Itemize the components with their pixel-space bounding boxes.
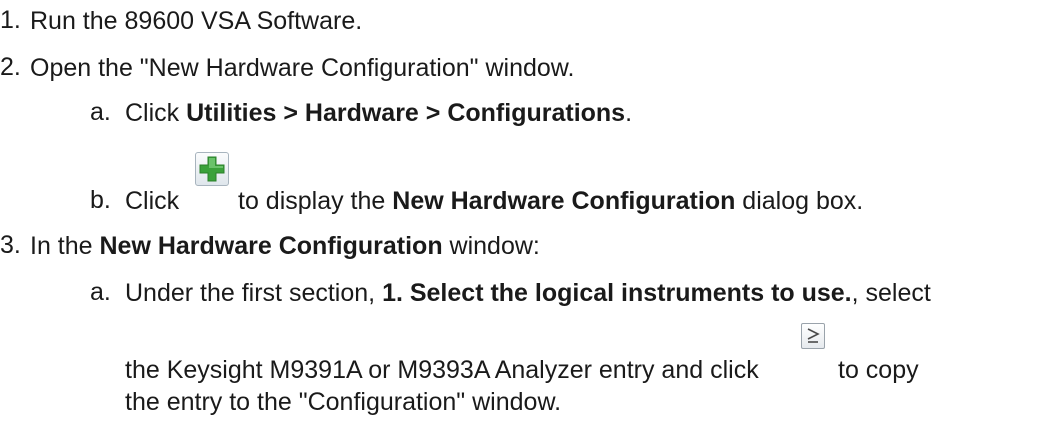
step-2a-post: . bbox=[625, 99, 633, 127]
step-3-window-name: New Hardware Configuration bbox=[99, 232, 443, 260]
add-plus-icon bbox=[199, 156, 225, 182]
step-2b-dialog-name: New Hardware Configuration bbox=[392, 187, 736, 215]
step-2-number: 2. bbox=[0, 53, 21, 81]
step-3a-line1: Under the first section, 1. Select the l… bbox=[125, 278, 931, 308]
step-3a-section-name: 1. Select the logical instruments to use… bbox=[382, 279, 852, 307]
step-2b-letter: b. bbox=[90, 186, 111, 214]
step-3a-line2-end: to copy bbox=[838, 356, 919, 384]
step-2a-pre: Click bbox=[125, 99, 187, 127]
step-1-number: 1. bbox=[0, 6, 21, 34]
step-2b-text: to display the New Hardware Configuratio… bbox=[238, 186, 863, 216]
step-2a-text: Click Utilities > Hardware > Configurati… bbox=[125, 98, 632, 128]
step-3a-line2: the Keysight M9391A or M9393A Analyzer e… bbox=[125, 356, 759, 384]
add-configuration-button[interactable] bbox=[195, 152, 229, 186]
step-3-number: 3. bbox=[0, 231, 21, 259]
step-2a-letter: a. bbox=[90, 98, 111, 126]
step-3a-letter: a. bbox=[90, 278, 111, 306]
step-3a-line3: the entry to the "Configuration" window. bbox=[125, 388, 562, 416]
step-2b-mid: to display the bbox=[238, 187, 393, 215]
step-3-post: window: bbox=[442, 232, 540, 260]
copy-right-arrow-icon bbox=[807, 328, 820, 343]
copy-to-configuration-button[interactable] bbox=[801, 323, 825, 349]
step-2b-post: dialog box. bbox=[735, 187, 864, 215]
step-3-text: In the New Hardware Configuration window… bbox=[30, 231, 540, 261]
step-1-text: Run the 89600 VSA Software. bbox=[30, 7, 363, 35]
step-2-text: Open the "New Hardware Configuration" wi… bbox=[30, 54, 575, 82]
step-3-pre: In the bbox=[30, 232, 100, 260]
step-3a-post: , select bbox=[851, 279, 931, 307]
step-2a-menu-path: Utilities > Hardware > Configurations bbox=[186, 99, 626, 127]
step-2b-pre: Click bbox=[125, 187, 180, 215]
step-3a-pre: Under the first section, bbox=[125, 279, 383, 307]
